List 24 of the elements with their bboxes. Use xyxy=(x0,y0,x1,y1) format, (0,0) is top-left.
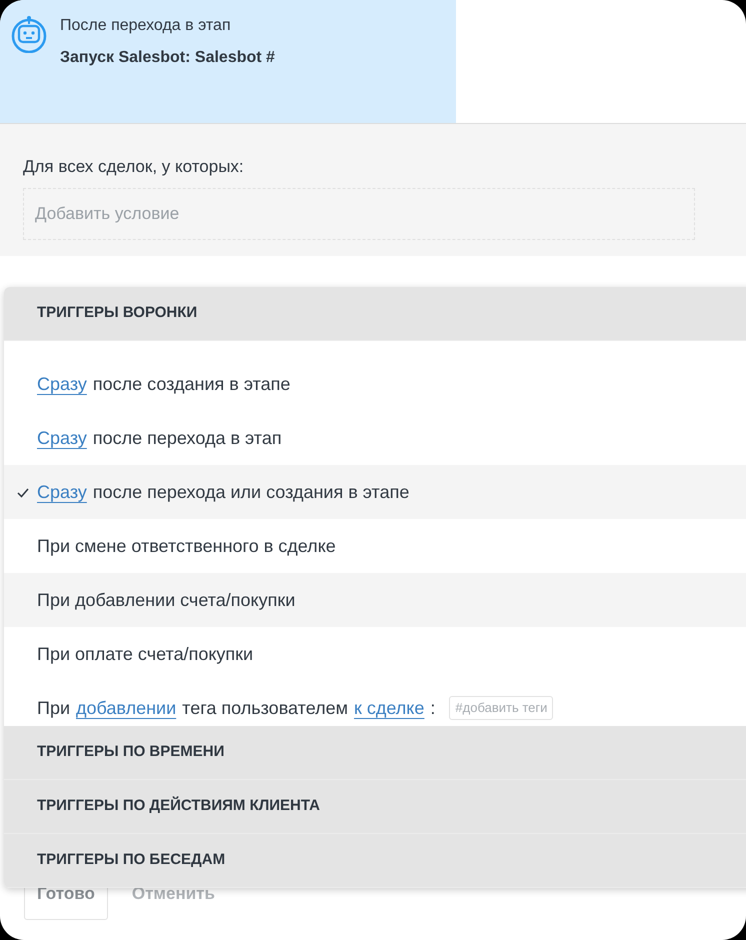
option-text: после перехода или создания в этапе xyxy=(92,480,410,504)
option-link[interactable]: Сразу xyxy=(37,370,87,398)
option-link[interactable]: к сделке xyxy=(354,694,424,722)
option-text: При xyxy=(37,696,70,720)
group-header[interactable]: ТРИГГЕРЫ ПО ВРЕМЕНИ xyxy=(37,741,224,764)
option-link[interactable]: Сразу xyxy=(37,424,87,452)
trigger-option[interactable]: Сразу после перехода или создания в этапе xyxy=(4,465,746,519)
stage-subtitle: После перехода в этап xyxy=(60,16,232,36)
option-text: При оплате счета/покупки xyxy=(37,642,254,666)
group-header[interactable]: ТРИГГЕРЫ ПО ДЕЙСТВИЯМ КЛИЕНТА xyxy=(37,795,320,818)
option-text: : xyxy=(430,696,436,720)
option-link[interactable]: Сразу xyxy=(37,478,87,506)
condition-field[interactable]: Добавить условие xyxy=(23,188,695,240)
option-text: после создания в этапе xyxy=(92,372,290,396)
option-link[interactable]: добавлении xyxy=(76,694,176,722)
group-header[interactable]: ТРИГГЕРЫ ВОРОНКИ xyxy=(37,302,198,325)
option-text: При добавлении счета/покупки xyxy=(37,588,296,612)
stage-title: Запуск Salesbot: Salesbot # xyxy=(60,48,275,68)
option-text: При смене ответственного в сделке xyxy=(37,534,336,558)
trigger-option[interactable]: При добавлении счета/покупки xyxy=(4,573,746,627)
conditions-label: Для всех сделок, у которых: xyxy=(23,156,245,178)
option-text: тега пользователем xyxy=(182,696,348,720)
option-text: после перехода в этап xyxy=(92,426,282,450)
robot-icon xyxy=(10,15,48,53)
